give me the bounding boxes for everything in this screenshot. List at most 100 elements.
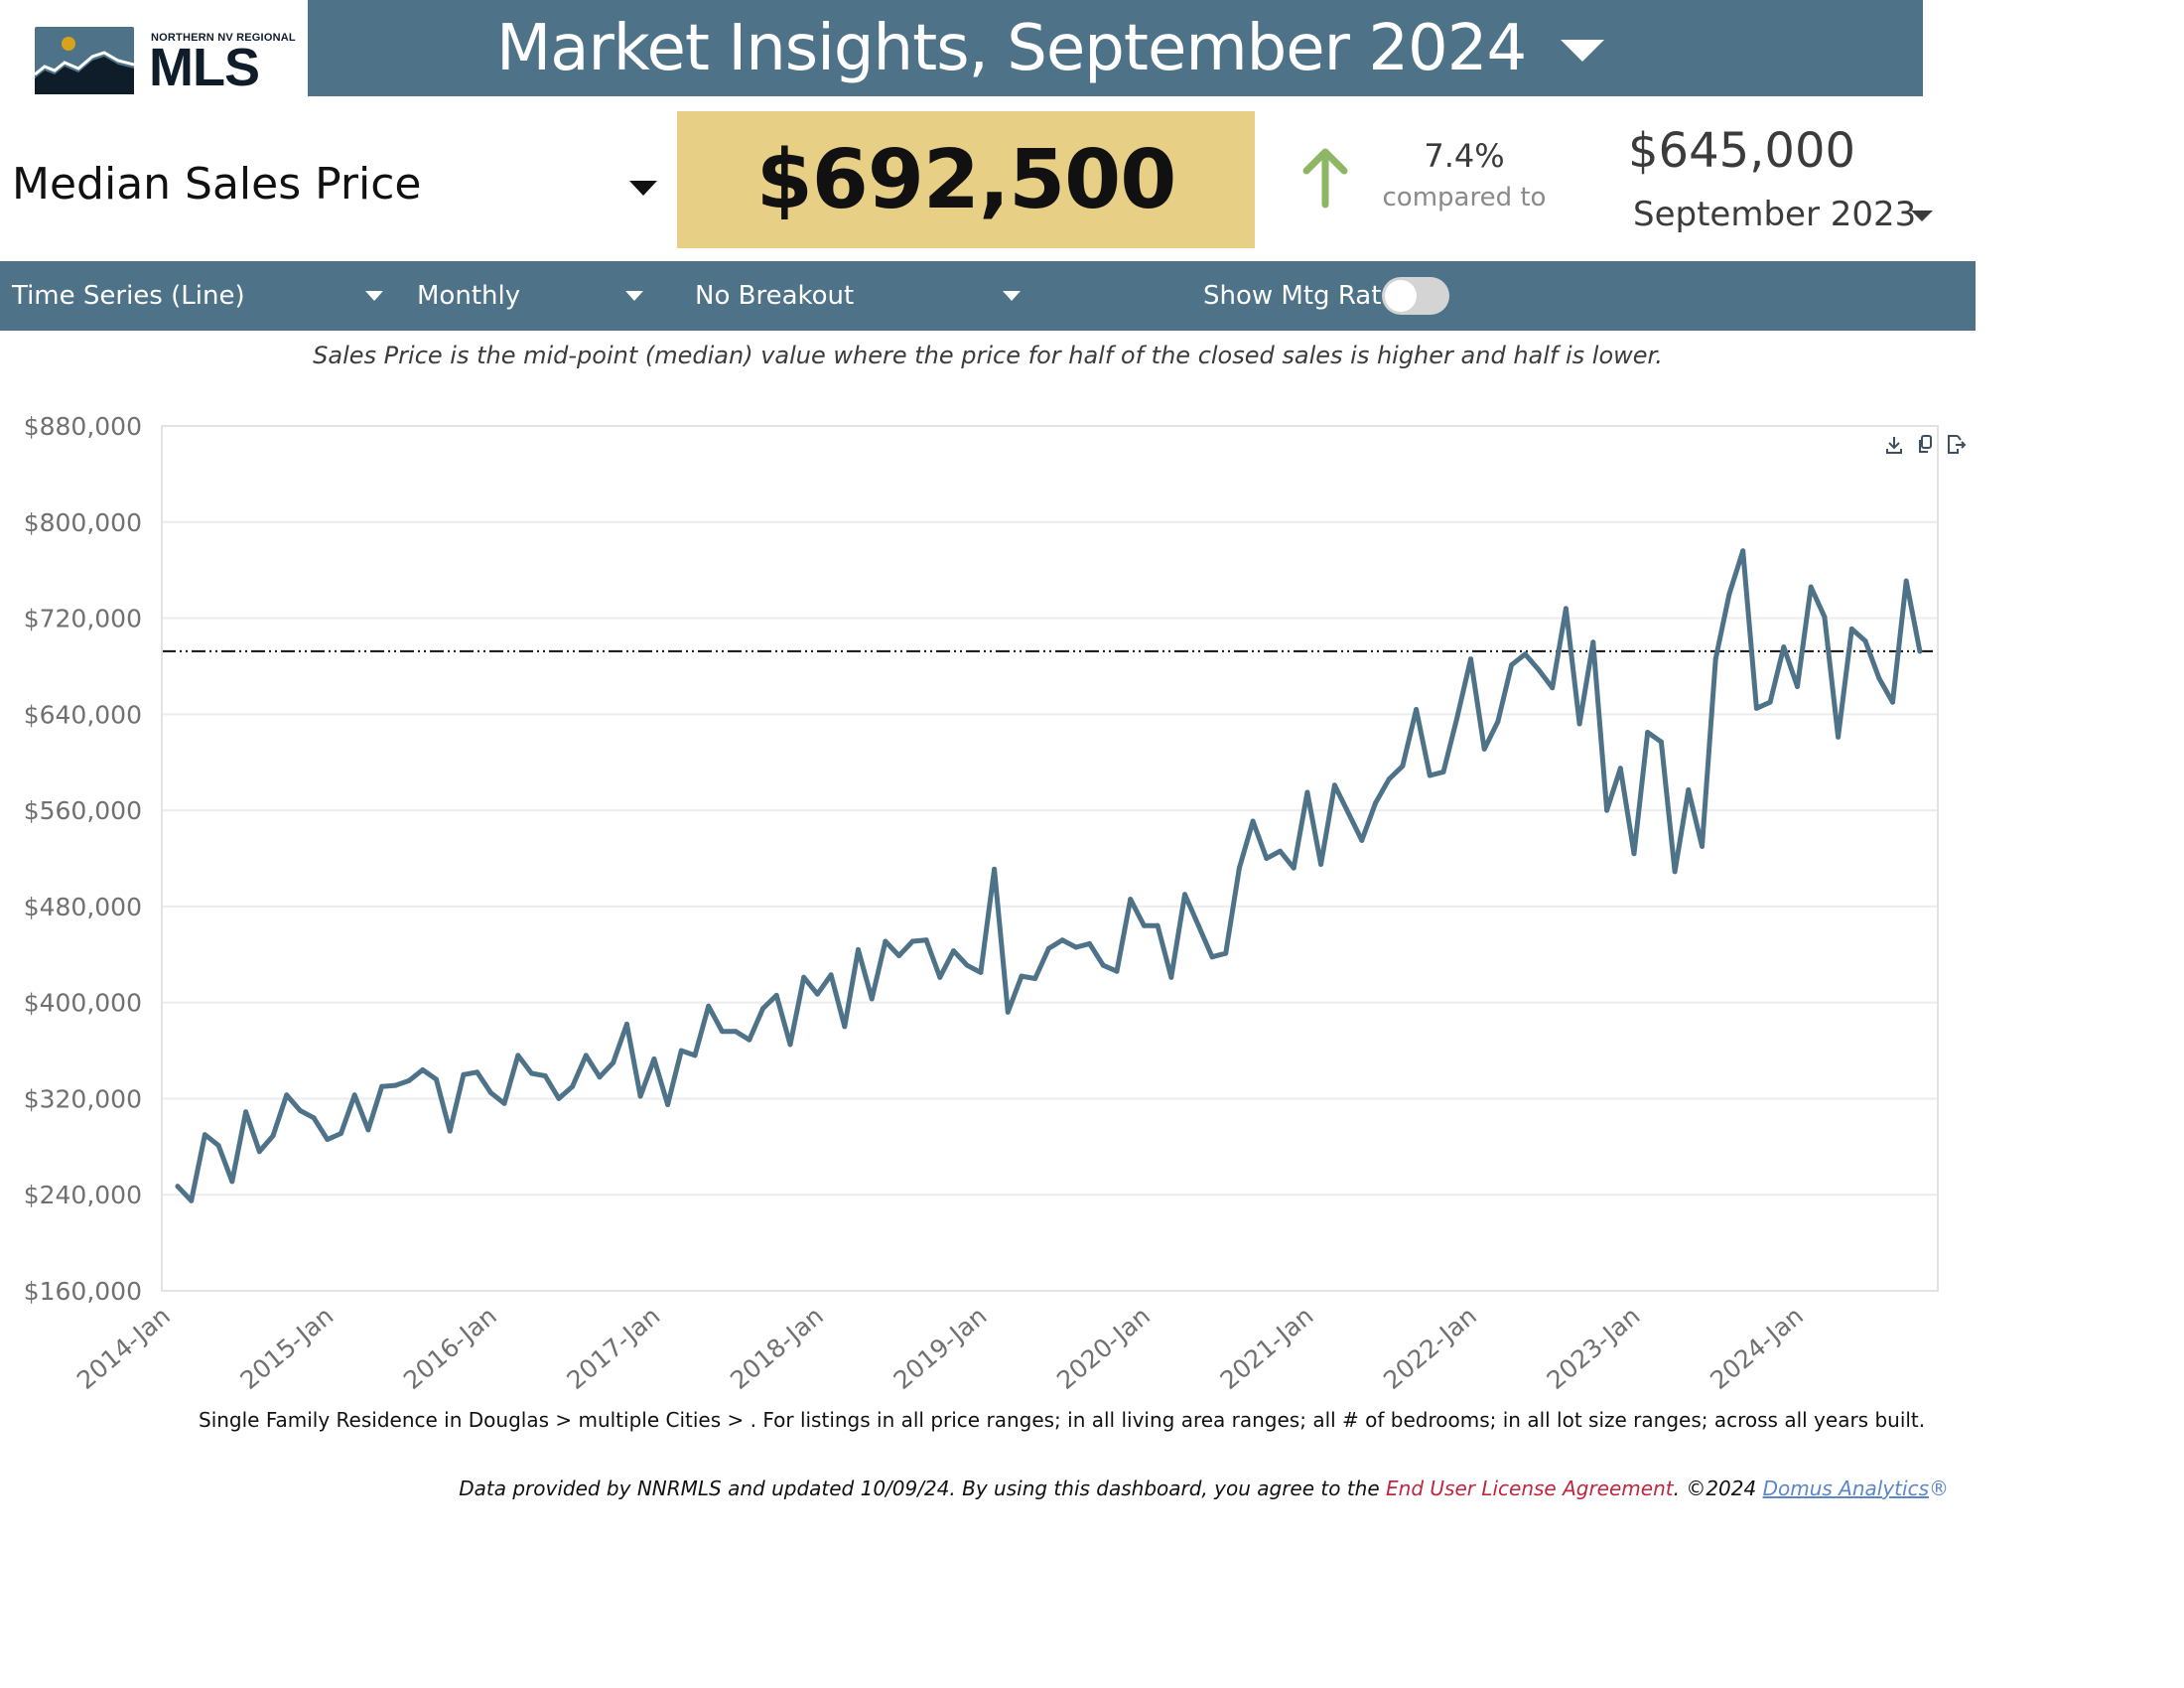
- data-point[interactable]: [325, 1137, 331, 1143]
- data-point[interactable]: [1019, 973, 1024, 979]
- data-point[interactable]: [351, 1092, 357, 1098]
- data-point[interactable]: [937, 974, 943, 980]
- data-point[interactable]: [189, 1197, 195, 1203]
- data-point[interactable]: [270, 1133, 276, 1139]
- data-point[interactable]: [1563, 606, 1569, 612]
- data-point[interactable]: [556, 1095, 562, 1101]
- data-point[interactable]: [487, 1089, 493, 1095]
- data-point[interactable]: [856, 946, 861, 952]
- data-point[interactable]: [229, 1179, 235, 1185]
- data-point[interactable]: [733, 1029, 739, 1035]
- data-point[interactable]: [1141, 922, 1147, 928]
- export-icon[interactable]: [1948, 435, 1967, 454]
- data-point[interactable]: [1522, 651, 1528, 657]
- data-point[interactable]: [814, 991, 820, 997]
- data-point[interactable]: [1848, 626, 1854, 632]
- data-point[interactable]: [1427, 773, 1433, 778]
- data-point[interactable]: [597, 1074, 603, 1080]
- data-point[interactable]: [1604, 807, 1610, 813]
- data-point[interactable]: [1795, 684, 1800, 689]
- data-point[interactable]: [1686, 787, 1692, 792]
- data-point[interactable]: [1876, 675, 1882, 681]
- data-point[interactable]: [1182, 892, 1187, 898]
- data-point[interactable]: [1100, 962, 1106, 968]
- data-point[interactable]: [447, 1128, 453, 1134]
- data-point[interactable]: [1264, 856, 1270, 861]
- data-point[interactable]: [1128, 897, 1134, 903]
- data-point[interactable]: [392, 1082, 398, 1088]
- caret-down-icon[interactable]: [1911, 211, 1933, 221]
- data-point[interactable]: [434, 1076, 439, 1082]
- data-point[interactable]: [1155, 922, 1160, 928]
- data-point[interactable]: [923, 937, 929, 943]
- data-point[interactable]: [1781, 644, 1787, 650]
- data-point[interactable]: [1753, 705, 1759, 711]
- data-point[interactable]: [1590, 639, 1596, 645]
- data-point[interactable]: [842, 1024, 848, 1030]
- data-point[interactable]: [1740, 548, 1746, 554]
- data-point[interactable]: [787, 1042, 793, 1048]
- data-point[interactable]: [978, 969, 984, 975]
- data-point[interactable]: [1236, 865, 1242, 871]
- data-point[interactable]: [801, 974, 807, 980]
- data-point[interactable]: [1917, 648, 1923, 654]
- data-point[interactable]: [1576, 721, 1582, 727]
- data-point[interactable]: [1278, 848, 1283, 854]
- data-point[interactable]: [1114, 968, 1120, 974]
- data-point[interactable]: [1726, 591, 1732, 597]
- data-point[interactable]: [1509, 662, 1515, 668]
- data-point[interactable]: [202, 1132, 207, 1138]
- data-point[interactable]: [692, 1053, 698, 1058]
- data-point[interactable]: [1345, 810, 1351, 815]
- data-point[interactable]: [1700, 843, 1705, 849]
- data-point[interactable]: [1400, 763, 1406, 769]
- data-point[interactable]: [869, 996, 875, 1002]
- data-point[interactable]: [719, 1029, 725, 1035]
- data-point[interactable]: [1617, 766, 1623, 772]
- data-point[interactable]: [339, 1131, 343, 1136]
- data-point[interactable]: [1890, 699, 1895, 705]
- data-point[interactable]: [1373, 800, 1378, 806]
- data-point[interactable]: [1712, 656, 1718, 662]
- data-point[interactable]: [1672, 869, 1678, 875]
- data-point[interactable]: [297, 1108, 303, 1113]
- data-point[interactable]: [883, 938, 888, 944]
- data-point[interactable]: [1168, 974, 1174, 980]
- data-point[interactable]: [1209, 954, 1215, 960]
- data-point[interactable]: [243, 1109, 249, 1115]
- data-point[interactable]: [1862, 638, 1868, 643]
- data-point[interactable]: [542, 1073, 548, 1078]
- data-point[interactable]: [1808, 584, 1814, 590]
- data-point[interactable]: [1073, 944, 1079, 950]
- data-point[interactable]: [1468, 656, 1473, 662]
- copy-icon[interactable]: [1919, 435, 1932, 453]
- data-point[interactable]: [1359, 837, 1365, 843]
- data-point[interactable]: [420, 1066, 426, 1072]
- data-point[interactable]: [964, 962, 970, 968]
- data-point[interactable]: [760, 1006, 765, 1012]
- data-point[interactable]: [1386, 776, 1392, 782]
- data-point[interactable]: [706, 1003, 712, 1009]
- data-point[interactable]: [284, 1092, 290, 1098]
- breakout-dropdown[interactable]: No Breakout: [695, 261, 1032, 331]
- mtg-rate-toggle[interactable]: [1382, 277, 1449, 315]
- data-point[interactable]: [1059, 937, 1065, 943]
- data-point[interactable]: [1903, 578, 1909, 584]
- data-point[interactable]: [951, 948, 956, 954]
- data-point[interactable]: [1318, 862, 1324, 867]
- data-point[interactable]: [1195, 922, 1201, 928]
- data-point[interactable]: [1481, 746, 1487, 752]
- data-point[interactable]: [1032, 976, 1038, 981]
- data-point[interactable]: [1645, 730, 1651, 735]
- data-point[interactable]: [611, 1059, 616, 1065]
- data-point[interactable]: [311, 1115, 317, 1121]
- data-point[interactable]: [256, 1149, 262, 1155]
- data-point[interactable]: [651, 1056, 657, 1061]
- data-point[interactable]: [1223, 950, 1229, 956]
- data-point[interactable]: [637, 1093, 643, 1099]
- domus-analytics-link[interactable]: Domus Analytics: [1763, 1477, 1929, 1500]
- data-point[interactable]: [570, 1083, 576, 1089]
- data-point[interactable]: [1495, 719, 1501, 725]
- data-point[interactable]: [623, 1021, 629, 1027]
- data-point[interactable]: [1767, 699, 1773, 705]
